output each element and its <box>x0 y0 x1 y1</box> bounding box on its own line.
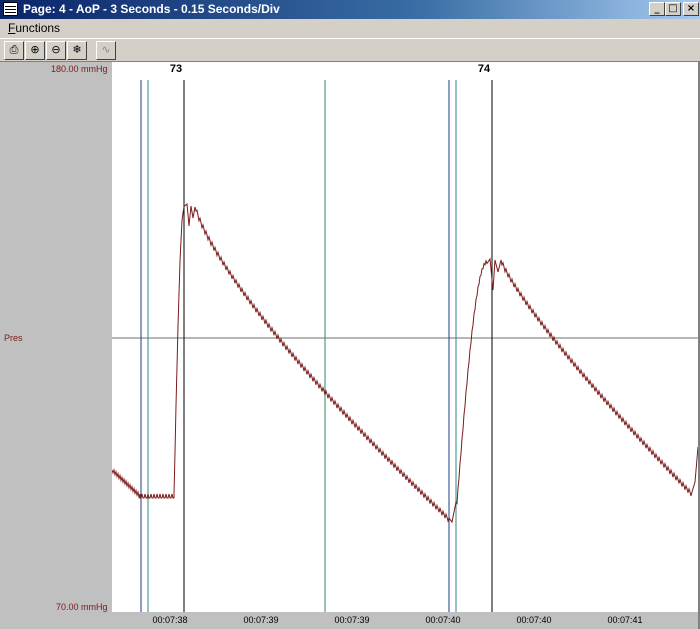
menu-bar: Functions <box>0 19 700 37</box>
time-tick: 00:07:41 <box>607 615 643 625</box>
application-window: Page: 4 - AoP - 3 Seconds - 0.15 Seconds… <box>0 0 700 629</box>
y-min-label: 70.00 mmHg <box>56 602 108 612</box>
waveform-icon: ∿ <box>101 43 111 56</box>
beat-label: 73 <box>169 63 183 75</box>
time-tick: 00:07:40 <box>516 615 552 625</box>
time-tick: 00:07:39 <box>334 615 370 625</box>
time-tick: 00:07:40 <box>425 615 461 625</box>
axis-panel <box>0 62 112 629</box>
zoom-out-button[interactable]: ⊖ <box>46 41 66 60</box>
waveform-svg <box>112 80 698 620</box>
maximize-button[interactable]: □ <box>665 2 681 16</box>
zoom-in-button[interactable]: ⊕ <box>25 41 45 60</box>
waveform-button[interactable]: ∿ <box>96 41 116 60</box>
close-button[interactable]: × <box>683 2 699 16</box>
snowflake-icon: ❄ <box>72 43 82 56</box>
menu-functions[interactable]: Functions <box>8 21 60 35</box>
y-max-label: 180.00 mmHg <box>51 64 108 74</box>
beat-label: 74 <box>477 63 491 75</box>
minimize-button[interactable]: _ <box>649 2 665 16</box>
time-tick: 00:07:39 <box>243 615 279 625</box>
channel-label: Pres <box>4 333 23 343</box>
zoom-out-icon: ⊖ <box>51 43 61 56</box>
print-button[interactable]: ⎙ <box>4 41 24 60</box>
window-icon[interactable] <box>3 2 18 16</box>
toolbar: ⎙ ⊕ ⊖ ❄ ∿ <box>0 38 700 62</box>
zoom-in-icon: ⊕ <box>30 43 40 56</box>
freeze-button[interactable]: ❄ <box>67 41 87 60</box>
window-title: Page: 4 - AoP - 3 Seconds - 0.15 Seconds… <box>23 2 280 16</box>
waveform-plot[interactable] <box>112 62 698 620</box>
title-bar[interactable]: Page: 4 - AoP - 3 Seconds - 0.15 Seconds… <box>0 0 700 19</box>
menu-functions-label: unctions <box>15 21 61 35</box>
pressure-trace <box>112 203 698 524</box>
print-icon: ⎙ <box>9 43 19 56</box>
time-tick: 00:07:38 <box>152 615 188 625</box>
